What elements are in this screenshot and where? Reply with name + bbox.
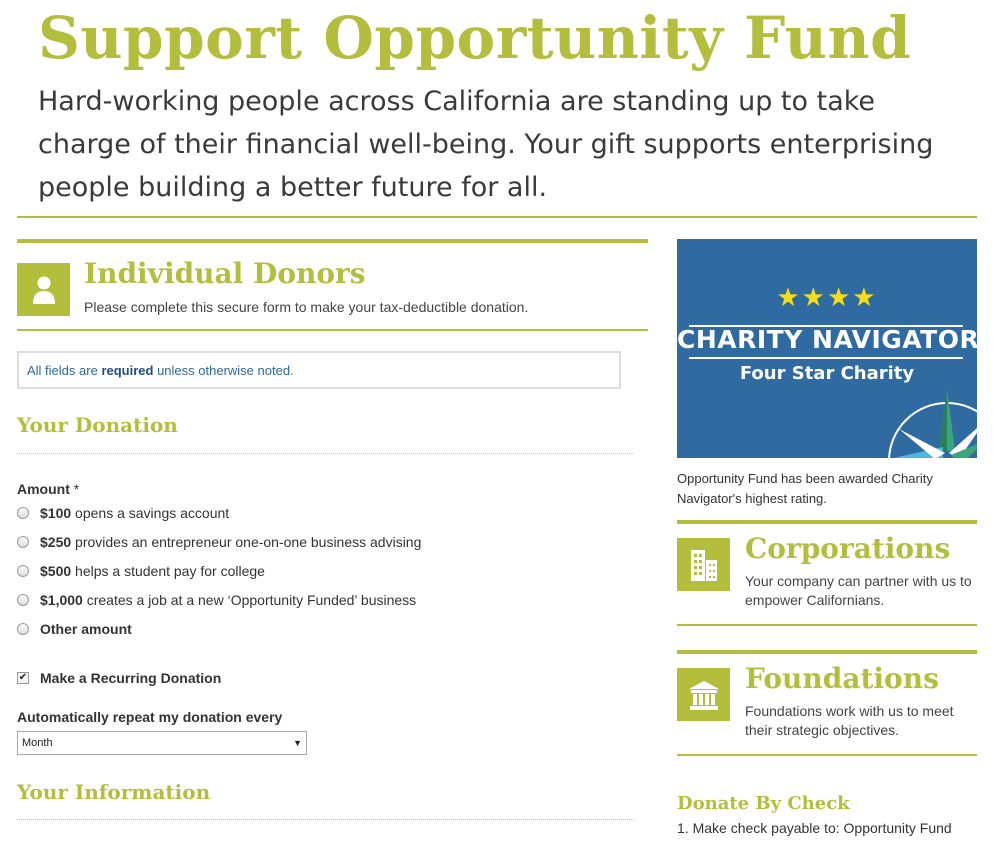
card-top-bar bbox=[677, 520, 977, 524]
four-stars-icon: ★★★★ bbox=[776, 282, 878, 312]
option-amount: $100 bbox=[40, 505, 72, 521]
card-bottom-bar bbox=[677, 624, 977, 626]
individual-donors-title: Individual Donors bbox=[84, 257, 366, 290]
radio-button[interactable] bbox=[17, 507, 29, 519]
radio-button[interactable] bbox=[17, 594, 29, 606]
repeat-frequency-label: Automatically repeat my donation every bbox=[17, 709, 283, 725]
foundations-title[interactable]: Foundations bbox=[745, 662, 939, 695]
notice-prefix: All fields are bbox=[27, 363, 98, 378]
charity-navigator-badge: ★★★★ CHARITY NAVIGATOR Four Star Charity bbox=[677, 239, 977, 458]
corporations-text: Your company can partner with us to empo… bbox=[745, 573, 972, 608]
recurring-checkbox[interactable]: ✔ bbox=[17, 672, 29, 684]
individual-donors-header: Individual Donors Please complete this s… bbox=[17, 243, 648, 329]
checkmark-icon: ✔ bbox=[18, 672, 28, 683]
dotted-divider bbox=[17, 819, 634, 820]
your-information-heading: Your Information bbox=[17, 780, 211, 804]
option-description: opens a savings account bbox=[75, 505, 230, 521]
compass-icon bbox=[888, 389, 977, 458]
header-divider bbox=[17, 216, 977, 218]
charity-navigator-name: CHARITY NAVIGATOR bbox=[677, 325, 977, 354]
radio-button[interactable] bbox=[17, 623, 29, 635]
hero-description: Hard-working people across California ar… bbox=[38, 86, 934, 203]
foundations-card[interactable]: Foundations Foundations work with us to … bbox=[677, 650, 977, 756]
recurring-donation-checkbox-row[interactable]: ✔ Make a Recurring Donation bbox=[17, 668, 221, 688]
badge-caption: Opportunity Fund has been awarded Charit… bbox=[677, 471, 933, 506]
amount-option-250[interactable]: $250 provides an entrepreneur one-on-one… bbox=[17, 532, 421, 552]
card-top-bar bbox=[677, 650, 977, 654]
amount-option-500[interactable]: $500 helps a student pay for college bbox=[17, 561, 265, 581]
required-mark: * bbox=[73, 481, 80, 497]
amount-option-100[interactable]: $100 opens a savings account bbox=[17, 503, 229, 523]
notice-suffix: unless otherwise noted. bbox=[157, 363, 294, 378]
sidebar: ★★★★ CHARITY NAVIGATOR Four Star Charity… bbox=[677, 239, 977, 836]
person-icon bbox=[17, 263, 70, 316]
recurring-label: Make a Recurring Donation bbox=[40, 670, 222, 686]
corporations-title[interactable]: Corporations bbox=[745, 532, 950, 565]
repeat-frequency-select[interactable]: Month ▼ bbox=[17, 731, 307, 755]
radio-button[interactable] bbox=[17, 565, 29, 577]
check-step-1: 1. Make check payable to: Opportunity Fu… bbox=[677, 820, 952, 836]
building-icon bbox=[677, 538, 730, 591]
your-donation-heading: Your Donation bbox=[17, 413, 178, 437]
amount-option-other[interactable]: Other amount bbox=[17, 619, 132, 639]
required-fields-notice: All fields are required unless otherwise… bbox=[17, 351, 621, 389]
foundations-text: Foundations work with us to meet their s… bbox=[745, 703, 954, 738]
select-value: Month bbox=[22, 737, 53, 749]
option-amount: $500 bbox=[40, 563, 72, 579]
option-description: provides an entrepreneur one-on-one busi… bbox=[75, 534, 422, 550]
amount-label: Amount * bbox=[17, 481, 79, 497]
card-bottom-bar bbox=[677, 754, 977, 756]
individual-donors-subtitle: Please complete this secure form to make… bbox=[84, 299, 529, 315]
donation-form-column: Individual Donors Please complete this s… bbox=[17, 239, 648, 820]
option-amount: $250 bbox=[40, 534, 72, 550]
option-amount: $1,000 bbox=[40, 592, 83, 608]
option-amount: Other amount bbox=[40, 621, 132, 637]
corporations-card[interactable]: Corporations Your company can partner wi… bbox=[677, 520, 977, 626]
donate-by-check-heading: Donate By Check bbox=[677, 793, 850, 814]
radio-button[interactable] bbox=[17, 536, 29, 548]
dropdown-arrow-icon: ▼ bbox=[293, 738, 302, 748]
badge-rule bbox=[689, 357, 963, 359]
institution-icon bbox=[677, 668, 730, 721]
option-description: creates a job at a new ‘Opportunity Fund… bbox=[86, 592, 417, 608]
dotted-divider bbox=[17, 453, 634, 454]
notice-emphasis: required bbox=[101, 363, 154, 378]
option-description: helps a student pay for college bbox=[75, 563, 265, 579]
page-title: Support Opportunity Fund bbox=[38, 4, 912, 72]
amount-option-1000[interactable]: $1,000 creates a job at a new ‘Opportuni… bbox=[17, 590, 416, 610]
section-bottom-bar bbox=[17, 329, 648, 331]
amount-label-text: Amount bbox=[17, 481, 70, 497]
